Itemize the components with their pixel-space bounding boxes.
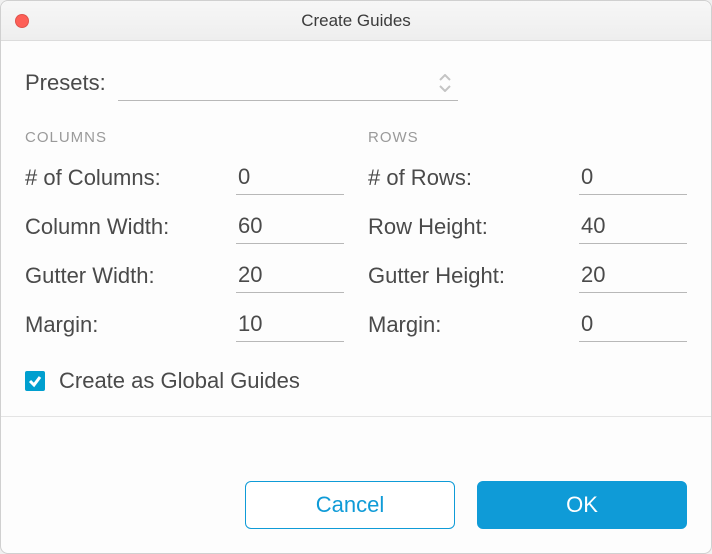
rows-count-row: # of Rows: bbox=[368, 164, 687, 195]
columns-count-row: # of Columns: bbox=[25, 164, 344, 195]
column-width-label: Column Width: bbox=[25, 214, 236, 244]
row-height-input[interactable] bbox=[579, 213, 687, 244]
column-width-input[interactable] bbox=[236, 213, 344, 244]
columns-count-label: # of Columns: bbox=[25, 165, 236, 195]
dropdown-stepper-icon bbox=[438, 73, 452, 93]
presets-row: Presets: bbox=[25, 65, 687, 101]
dialog-window: Create Guides Presets: COLUMNS # of Colu… bbox=[0, 0, 712, 554]
rows-count-label: # of Rows: bbox=[368, 165, 579, 195]
rows-margin-row: Margin: bbox=[368, 311, 687, 342]
gutter-height-label: Gutter Height: bbox=[368, 263, 579, 293]
row-height-label: Row Height: bbox=[368, 214, 579, 244]
gutter-width-label: Gutter Width: bbox=[25, 263, 236, 293]
checkmark-icon bbox=[28, 374, 42, 388]
gutter-height-input[interactable] bbox=[579, 262, 687, 293]
columns-header: COLUMNS bbox=[25, 129, 344, 146]
divider bbox=[1, 416, 711, 417]
presets-dropdown[interactable] bbox=[118, 65, 458, 101]
rows-margin-input[interactable] bbox=[579, 311, 687, 342]
global-guides-checkbox[interactable] bbox=[25, 371, 45, 391]
global-guides-checkbox-row[interactable]: Create as Global Guides bbox=[25, 368, 687, 394]
gutter-width-row: Gutter Width: bbox=[25, 262, 344, 293]
window-title: Create Guides bbox=[1, 11, 711, 31]
global-guides-label: Create as Global Guides bbox=[59, 368, 300, 394]
cancel-button[interactable]: Cancel bbox=[245, 481, 455, 529]
field-groups: COLUMNS # of Columns: Column Width: Gutt… bbox=[25, 129, 687, 360]
button-row: Cancel OK bbox=[1, 459, 711, 553]
rows-margin-label: Margin: bbox=[368, 312, 579, 342]
row-height-row: Row Height: bbox=[368, 213, 687, 244]
gutter-width-input[interactable] bbox=[236, 262, 344, 293]
rows-group: ROWS # of Rows: Row Height: Gutter Heigh… bbox=[368, 129, 687, 360]
columns-margin-input[interactable] bbox=[236, 311, 344, 342]
columns-margin-label: Margin: bbox=[25, 312, 236, 342]
ok-button[interactable]: OK bbox=[477, 481, 687, 529]
dialog-content: Presets: COLUMNS # of Columns: Column Wi… bbox=[1, 41, 711, 459]
gutter-height-row: Gutter Height: bbox=[368, 262, 687, 293]
columns-group: COLUMNS # of Columns: Column Width: Gutt… bbox=[25, 129, 344, 360]
rows-header: ROWS bbox=[368, 129, 687, 146]
columns-margin-row: Margin: bbox=[25, 311, 344, 342]
columns-count-input[interactable] bbox=[236, 164, 344, 195]
presets-label: Presets: bbox=[25, 70, 106, 96]
column-width-row: Column Width: bbox=[25, 213, 344, 244]
titlebar: Create Guides bbox=[1, 1, 711, 41]
close-window-button[interactable] bbox=[15, 14, 29, 28]
rows-count-input[interactable] bbox=[579, 164, 687, 195]
